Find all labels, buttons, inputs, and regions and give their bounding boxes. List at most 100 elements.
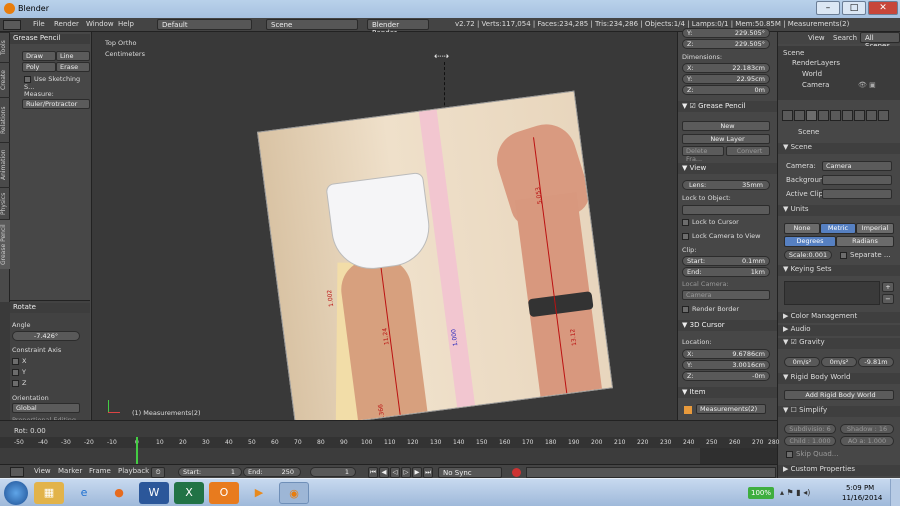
timeline-editor[interactable]: Rot: 0.00 -50 -40 -30 -20 -10 0 10 20 30… <box>0 420 779 465</box>
axis-z-checkbox[interactable]: Z <box>12 379 26 387</box>
cursor-y-field[interactable]: Y: 3.0016cm <box>682 360 770 370</box>
lock-object-field[interactable] <box>682 205 770 215</box>
media-player-icon[interactable]: ▶ <box>244 482 274 504</box>
item-name-field[interactable]: Measurements(2) <box>696 404 766 414</box>
play-reverse-button[interactable]: ◁ <box>390 467 400 478</box>
units-none-button[interactable]: None <box>784 223 820 234</box>
active-clip-field[interactable] <box>822 189 892 199</box>
object-tab-icon[interactable] <box>830 110 841 121</box>
tab-animation[interactable]: Animation <box>0 142 10 187</box>
rotation-y-field[interactable]: Y: 229.505° <box>682 28 770 38</box>
sync-dropdown[interactable]: No Sync <box>438 467 502 478</box>
new-grease-button[interactable]: New <box>682 121 770 131</box>
firefox-icon[interactable]: ● <box>104 482 134 504</box>
word-icon[interactable]: W <box>139 482 169 504</box>
data-tab-icon[interactable] <box>866 110 877 121</box>
grease-pencil-section[interactable]: ▼ ☑ Grease Pencil <box>678 101 777 112</box>
minimize-button[interactable]: – <box>816 1 840 15</box>
clock-time[interactable]: 5:09 PM <box>846 484 874 492</box>
units-section[interactable]: ▼ Units <box>778 205 900 216</box>
visibility-icons[interactable]: 👁 ▣ <box>858 81 876 89</box>
3d-cursor-section[interactable]: ▼ 3D Cursor <box>678 320 777 331</box>
modifiers-tab-icon[interactable] <box>854 110 865 121</box>
tab-relations[interactable]: Relations <box>0 97 10 142</box>
ao-field[interactable]: AO a: 1.000 <box>840 436 894 446</box>
camera-field[interactable]: Camera <box>822 161 892 171</box>
tab-create[interactable]: Create <box>0 62 10 97</box>
outlook-icon[interactable]: O <box>209 482 239 504</box>
dimension-z-field[interactable]: Z: 0m <box>682 85 770 95</box>
current-frame-field[interactable]: 1 <box>310 467 356 477</box>
playhead[interactable] <box>136 437 138 465</box>
layout-dropdown[interactable]: Default <box>157 19 252 30</box>
custom-properties-section[interactable]: ▶ Custom Properties <box>778 465 900 476</box>
tab-physics[interactable]: Physics <box>0 187 10 219</box>
menu-help[interactable]: Help <box>118 20 134 28</box>
remove-keying-set-button[interactable]: − <box>882 294 894 304</box>
show-desktop-button[interactable] <box>890 479 900 506</box>
scene-dropdown[interactable]: Scene <box>266 19 358 30</box>
menu-render[interactable]: Render <box>54 20 79 28</box>
cursor-x-field[interactable]: X: 9.6786cm <box>682 349 770 359</box>
scene-tab-icon[interactable] <box>806 110 817 121</box>
record-button[interactable] <box>512 468 521 477</box>
axis-y-checkbox[interactable]: Y <box>12 368 26 376</box>
next-keyframe-button[interactable]: ▶ <box>412 467 422 478</box>
add-rigid-body-world-button[interactable]: Add Rigid Body World <box>784 390 894 400</box>
3d-viewport[interactable]: Top Ortho Centimeters ⇠⇢ 1.002 11.24 5.3… <box>92 32 677 420</box>
preview-range-button[interactable]: ⏲ <box>151 467 165 478</box>
jump-end-button[interactable]: ⏭ <box>423 467 433 478</box>
jump-start-button[interactable]: ⏮ <box>368 467 378 478</box>
timeline-marker-menu[interactable]: Marker <box>58 467 82 475</box>
battery-indicator[interactable]: 100% <box>748 487 774 499</box>
timeline-playback-menu[interactable]: Playback <box>118 467 149 475</box>
outliner-renderlayers-item[interactable]: RenderLayers <box>792 59 840 67</box>
prev-keyframe-button[interactable]: ◀ <box>379 467 389 478</box>
convert-button[interactable]: Convert <box>726 146 770 156</box>
render-tab-icon[interactable] <box>782 110 793 121</box>
cursor-z-field[interactable]: Z: -0m <box>682 371 770 381</box>
blender-taskbar-icon[interactable]: ◉ <box>279 482 309 504</box>
material-tab-icon[interactable] <box>878 110 889 121</box>
units-imperial-button[interactable]: Imperial <box>856 223 894 234</box>
maximize-button[interactable]: □ <box>842 1 866 15</box>
ruler-protractor-button[interactable]: Ruler/Protractor <box>22 99 90 109</box>
line-button[interactable]: Line <box>56 51 90 61</box>
end-frame-field[interactable]: End: 250 <box>243 467 301 477</box>
keying-sets-list[interactable] <box>784 281 880 305</box>
child-field[interactable]: Child : 1.000 <box>784 436 836 446</box>
timeline-frame-menu[interactable]: Frame <box>89 467 111 475</box>
tab-tools[interactable]: Tools <box>0 32 10 62</box>
render-engine-dropdown[interactable]: Blender Render <box>367 19 429 37</box>
keying-sets-section[interactable]: ▼ Keying Sets <box>778 265 900 276</box>
keying-set-field[interactable] <box>526 467 776 478</box>
menu-file[interactable]: File <box>33 20 45 28</box>
use-sketching-checkbox[interactable]: Use Sketching S... <box>24 75 91 91</box>
render-border-checkbox[interactable]: Render Border <box>682 305 770 315</box>
clip-start-field[interactable]: Start: 0.1mm <box>682 256 770 266</box>
start-frame-field[interactable]: Start: 1 <box>178 467 242 477</box>
world-tab-icon[interactable] <box>818 110 829 121</box>
dimension-y-field[interactable]: Y: 22.95cm <box>682 74 770 84</box>
subdivision-field[interactable]: Subdivisio: 6 <box>784 424 836 434</box>
start-button-icon[interactable] <box>4 481 28 505</box>
explorer-icon[interactable]: ▦ <box>34 482 64 504</box>
angle-field[interactable]: -7.426° <box>12 331 80 341</box>
reference-photo[interactable]: 1.002 11.24 5.366 1.000 5.053 13.12 <box>257 90 613 420</box>
outliner-world-item[interactable]: World <box>802 70 822 78</box>
excel-icon[interactable]: X <box>174 482 204 504</box>
degrees-button[interactable]: Degrees <box>784 236 836 247</box>
view-section[interactable]: ▼ View <box>678 163 777 174</box>
menu-window[interactable]: Window <box>86 20 114 28</box>
unit-scale-field[interactable]: Scale:0.001 <box>784 250 832 260</box>
background-field[interactable] <box>822 175 892 185</box>
gravity-section[interactable]: ▼ ☑ Gravity <box>778 338 900 349</box>
gravity-x-field[interactable]: 0m/s² <box>784 357 820 367</box>
separate-units-checkbox[interactable]: Separate ... <box>840 251 891 259</box>
poly-button[interactable]: Poly <box>22 62 56 72</box>
orientation-dropdown[interactable]: Global <box>12 403 80 413</box>
skip-quad-checkbox[interactable]: Skip Quad... <box>786 450 838 458</box>
outliner-view-menu[interactable]: View <box>808 34 825 42</box>
gravity-y-field[interactable]: 0m/s² <box>821 357 857 367</box>
timeline-editor-type-icon[interactable] <box>10 467 24 477</box>
